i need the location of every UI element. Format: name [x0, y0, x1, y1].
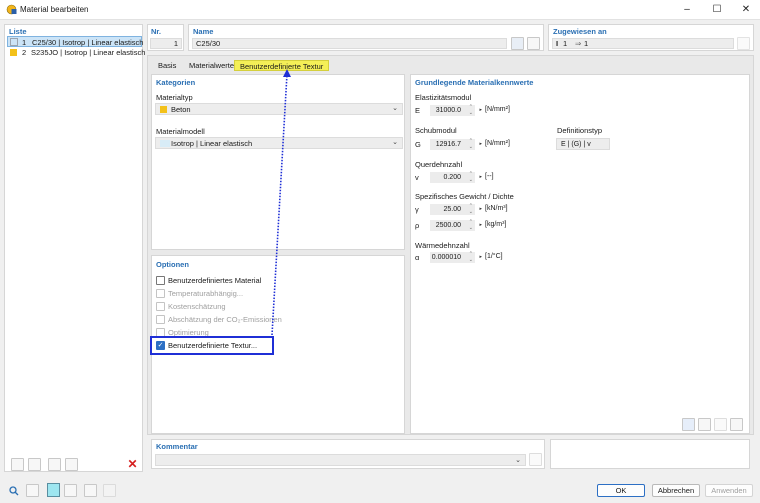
annotation-arrow	[271, 69, 291, 336]
